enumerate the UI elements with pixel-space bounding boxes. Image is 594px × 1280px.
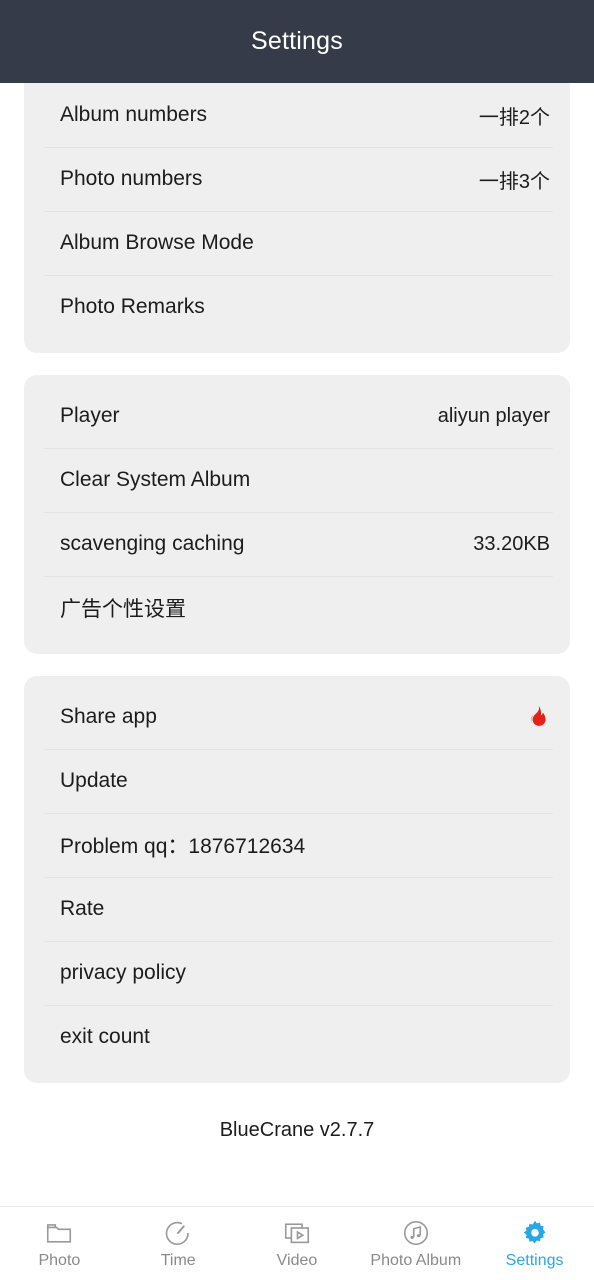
row-label: scavenging caching [60,532,245,555]
tab-label: Photo [38,1252,81,1269]
row-label: Rate [60,897,105,920]
row-value: aliyun player [437,404,550,427]
row-value: 33.20KB [473,532,550,555]
flame-icon [524,704,550,730]
row-label: Problem qq：1876712634 [60,835,306,858]
settings-row-rate[interactable]: Rate [24,877,570,941]
settings-row-update[interactable]: Update [24,749,570,813]
row-label: Photo numbers [60,167,203,190]
tab-time[interactable]: Time [119,1207,238,1280]
row-label: Album numbers [60,103,208,126]
tab-label: Time [160,1252,196,1269]
row-label: 广告个性设置 [60,598,186,621]
settings-row-privacy-policy[interactable]: privacy policy [24,941,570,1005]
row-label: Update [60,769,128,792]
row-label: Player [60,404,120,427]
settings-row-photo-remarks[interactable]: Photo Remarks [24,275,570,339]
row-label: Album Browse Mode [60,231,254,254]
row-label: Clear System Album [60,468,251,491]
page-title: Settings [251,27,343,55]
settings-screen: Settings Album numbers 一排2个 Photo numbers 一… [0,0,594,1280]
video-stack-icon [282,1218,312,1248]
settings-row-clear-system-album[interactable]: Clear System Album [24,448,570,512]
settings-row-problem-qq[interactable]: Problem qq：1876712634 [24,813,570,877]
app-header: Settings [0,0,594,83]
settings-row-player[interactable]: Player aliyun player [24,384,570,448]
settings-row-share-app[interactable]: Share app [24,685,570,749]
display-section: Album numbers 一排2个 Photo numbers 一排3个 Album … [24,83,570,353]
tab-photo-album[interactable]: Photo Album [356,1207,475,1280]
folder-icon [44,1218,74,1248]
tab-label: Photo Album [370,1252,462,1269]
settings-row-ad-personalization[interactable]: 广告个性设置 [24,576,570,640]
stopwatch-icon [163,1218,193,1248]
row-label: privacy policy [60,961,187,984]
tab-settings[interactable]: Settings [475,1207,594,1280]
settings-row-album-numbers[interactable]: Album numbers 一排2个 [24,83,570,147]
settings-row-photo-numbers[interactable]: Photo numbers 一排3个 [24,147,570,211]
tab-photo[interactable]: Photo [0,1207,119,1280]
about-section: Share app Update Problem qq：1876712634 Rate… [24,676,570,1083]
row-label: Share app [60,705,157,728]
playback-section: Player aliyun player Clear System Album sca… [24,375,570,654]
row-value: 一排2个 [478,106,550,129]
settings-list: Album numbers 一排2个 Photo numbers 一排3个 Album … [0,83,594,1206]
music-note-circle-icon [401,1218,431,1248]
row-value: 一排3个 [478,170,550,193]
row-label: exit count [60,1025,150,1048]
settings-row-album-browse-mode[interactable]: Album Browse Mode [24,211,570,275]
settings-row-exit-count[interactable]: exit count [24,1005,570,1069]
row-label: Photo Remarks [60,295,205,318]
gear-icon [520,1218,550,1248]
tab-label: Video [276,1252,318,1269]
tab-label: Settings [505,1252,564,1269]
tab-video[interactable]: Video [238,1207,357,1280]
settings-row-scavenging-caching[interactable]: scavenging caching 33.20KB [24,512,570,576]
bottom-tab-bar: Photo Time Video Photo Album Settings [0,1206,594,1280]
app-version: BlueCrane v2.7.7 [219,1119,375,1141]
